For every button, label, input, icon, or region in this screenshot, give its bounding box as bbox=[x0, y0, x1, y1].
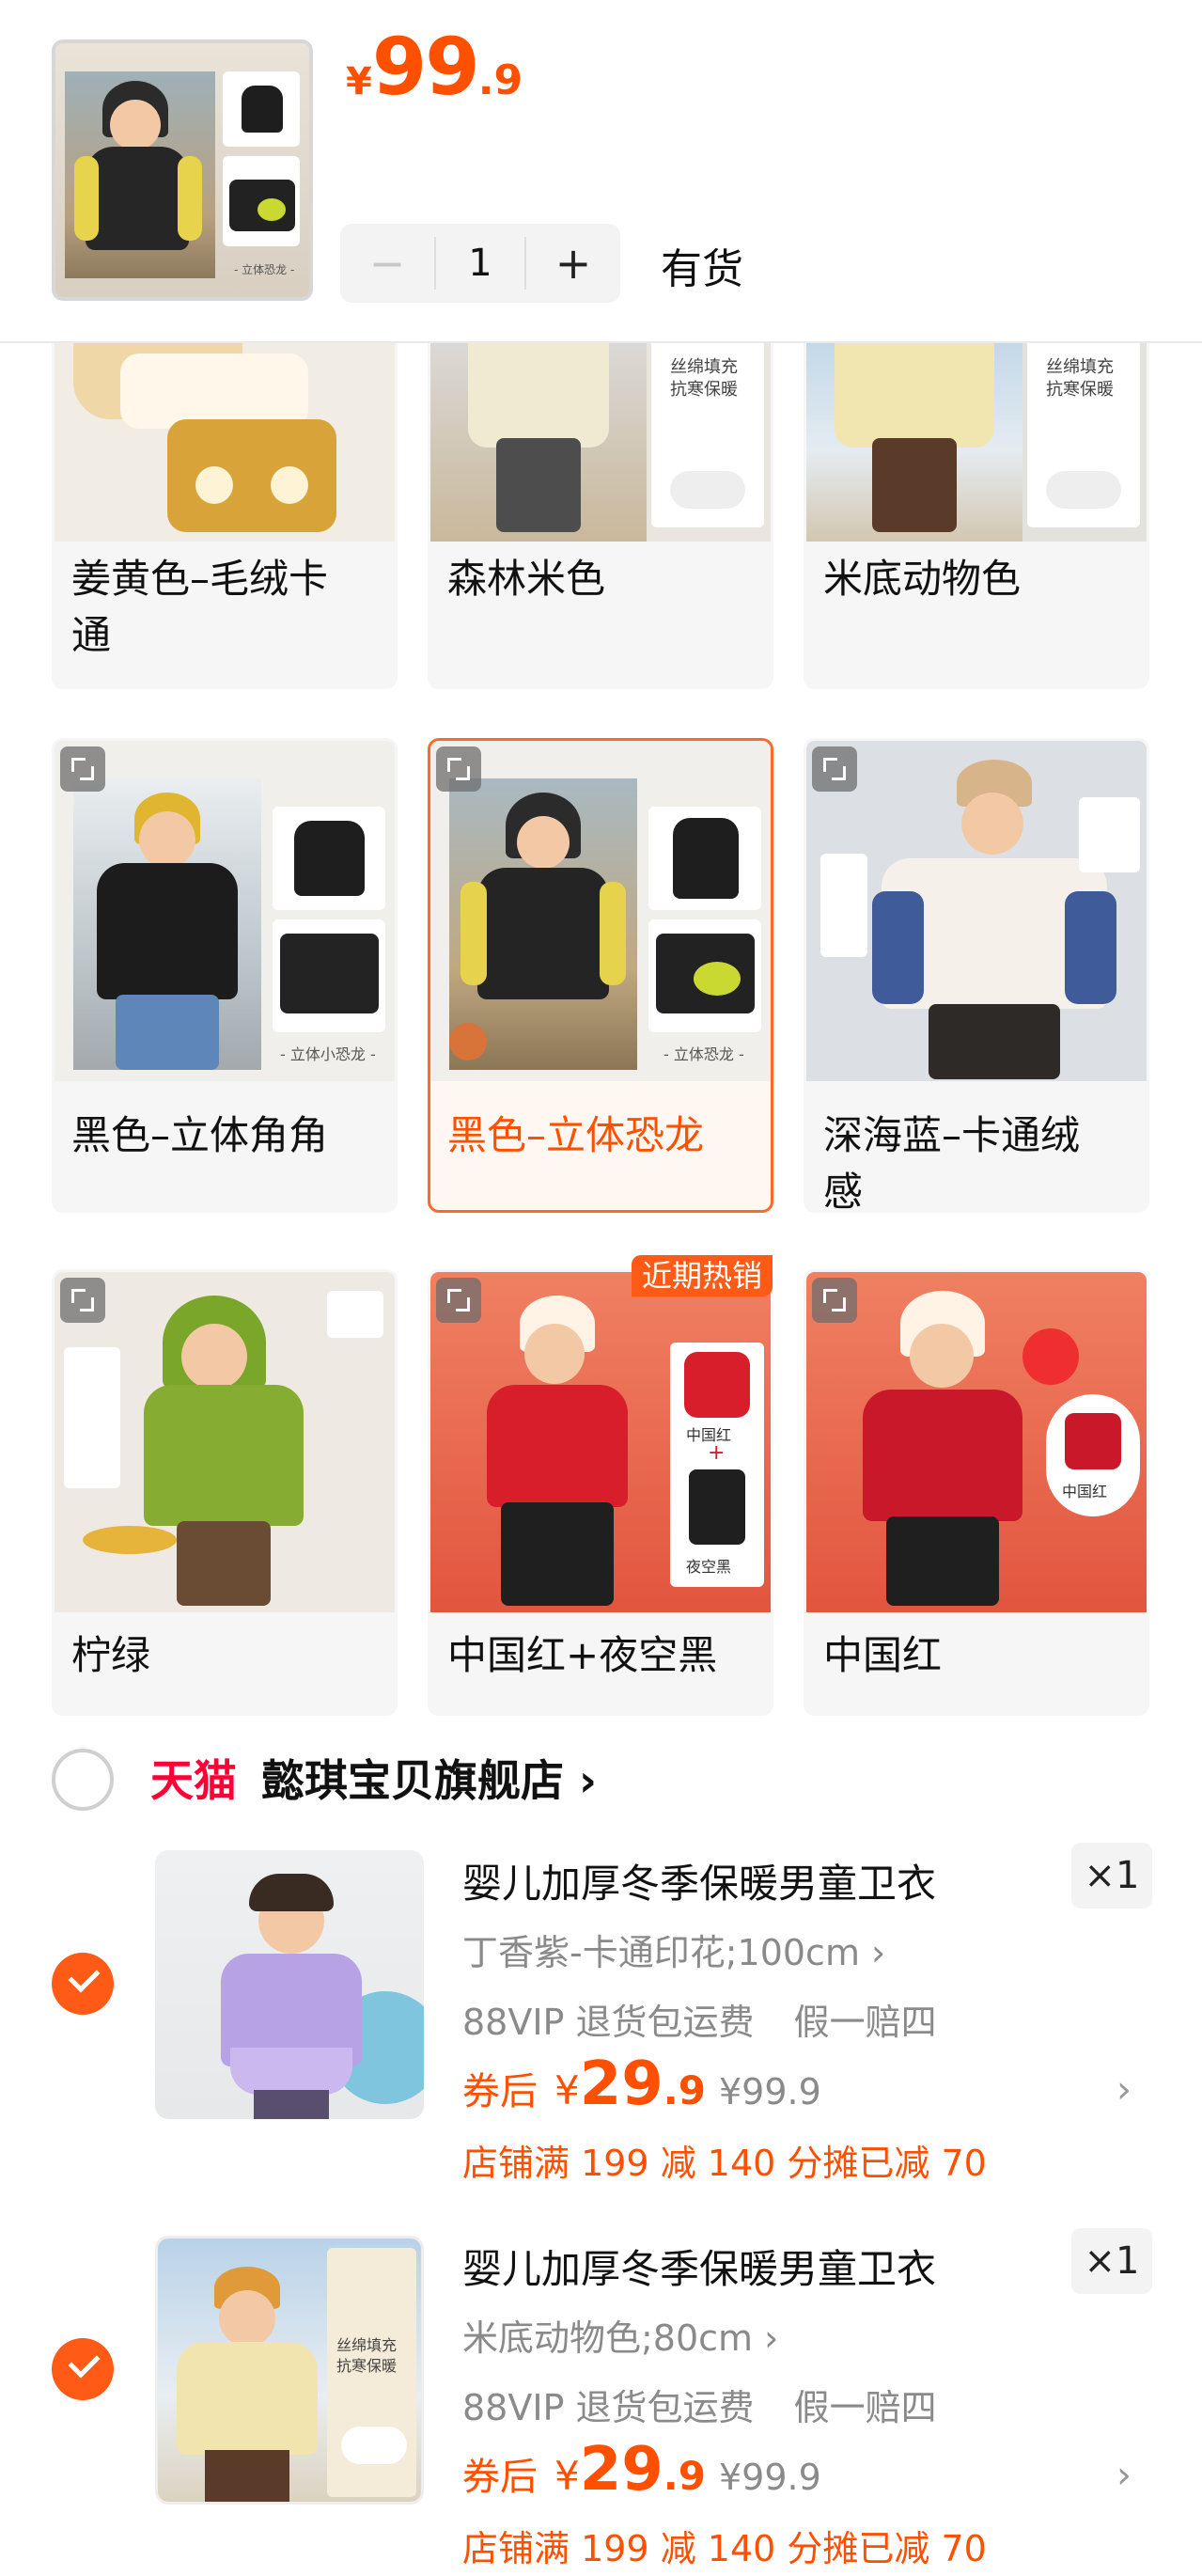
quantity-stepper: − 1 + bbox=[340, 224, 620, 303]
variant-label-line2: 通 bbox=[71, 612, 112, 658]
cart-item-quantity[interactable]: ×1 bbox=[1071, 2228, 1152, 2294]
variant-label: 中国红+夜空黑 bbox=[447, 1632, 718, 1678]
store-promotion-text: 店铺满 199 减 140 分摊已减 70 bbox=[462, 2528, 987, 2569]
tmall-logo: 天猫 bbox=[150, 1755, 237, 1806]
selected-variant-thumbnail[interactable]: - 立体恐龙 - bbox=[52, 39, 313, 301]
store-promotion-text: 店铺满 199 减 140 分摊已减 70 bbox=[462, 2143, 987, 2184]
decrease-quantity-button[interactable]: − bbox=[340, 224, 434, 303]
expand-icon[interactable] bbox=[812, 1278, 857, 1323]
variant-image: - 立体小恐龙 - bbox=[55, 741, 395, 1081]
insert-caption: 丝绵填充 bbox=[670, 357, 738, 377]
expand-icon[interactable] bbox=[812, 746, 857, 792]
price-integer: 99 bbox=[371, 21, 480, 113]
price-detail-chevron-icon[interactable]: › bbox=[1116, 2068, 1132, 2112]
stock-status: 有货 bbox=[661, 245, 743, 293]
sku-price: ¥99.9 bbox=[346, 21, 523, 113]
price-integer: 29 bbox=[579, 2435, 663, 2505]
insert-caption: - 立体小恐龙 - bbox=[280, 1045, 376, 1063]
insert-caption: 夜空黑 bbox=[686, 1558, 732, 1576]
variant-label: 黑色–立体角角 bbox=[71, 1112, 329, 1158]
cart-item-spec-selector[interactable]: 丁香紫-卡通印花;100cm › bbox=[462, 1924, 885, 1975]
variant-card[interactable]: 姜黄色–毛绒卡 通 bbox=[52, 343, 398, 689]
cart-item-price: 券后 ¥29.9 ¥99.9 bbox=[462, 2050, 821, 2119]
original-price: ¥99.9 bbox=[718, 2071, 821, 2113]
cart-item-tags: 88VIP 退货包运费 假一赔四 bbox=[462, 1993, 937, 2045]
insert-caption: 中国红 bbox=[1062, 1483, 1108, 1500]
currency-symbol: ¥ bbox=[554, 2067, 580, 2113]
variant-image bbox=[55, 1272, 395, 1612]
insert-caption: 抗寒保暖 bbox=[336, 2357, 398, 2375]
variant-image: 中国红 bbox=[806, 1272, 1147, 1612]
insert-caption: - 立体恐龙 - bbox=[663, 1045, 744, 1063]
variant-image: - 立体恐龙 - bbox=[430, 741, 771, 1081]
store-select-radio[interactable] bbox=[52, 1749, 114, 1811]
authentic-guarantee-tag: 假一赔四 bbox=[793, 2387, 937, 2428]
expand-icon[interactable] bbox=[436, 1278, 481, 1323]
variant-image bbox=[55, 343, 395, 542]
variant-grid: 姜黄色–毛绒卡 通 丝绵填充 抗寒保暖 森林米色 丝绵填充 抗寒保暖 米底动物色 bbox=[0, 343, 1202, 1739]
vip-return-tag: 88VIP 退货包运费 bbox=[462, 2002, 755, 2043]
item-checkbox-checked[interactable] bbox=[52, 2338, 114, 2400]
variant-card[interactable]: 中国红 + 夜空黑 中国红+夜空黑 bbox=[428, 1269, 773, 1716]
expand-icon[interactable] bbox=[436, 746, 481, 792]
variant-card[interactable]: 中国红 中国红 bbox=[804, 1269, 1149, 1716]
authentic-guarantee-tag: 假一赔四 bbox=[793, 2002, 937, 2043]
variant-card[interactable]: - 立体小恐龙 - 黑色–立体角角 bbox=[52, 738, 398, 1213]
price-decimal: .9 bbox=[663, 2453, 706, 2499]
cart-item-thumbnail[interactable]: 丝绵填充 抗寒保暖 bbox=[155, 2236, 424, 2505]
vip-return-tag: 88VIP 退货包运费 bbox=[462, 2387, 755, 2428]
cart-item-title[interactable]: 婴儿加厚冬季保暖男童卫衣 bbox=[462, 1852, 936, 1909]
quantity-value[interactable]: 1 bbox=[434, 237, 526, 290]
variant-label: 中国红 bbox=[823, 1632, 943, 1678]
cart-item-title[interactable]: 婴儿加厚冬季保暖男童卫衣 bbox=[462, 2238, 936, 2295]
cart-item-quantity[interactable]: ×1 bbox=[1071, 1843, 1152, 1908]
hot-sale-badge: 近期热销 bbox=[632, 1255, 773, 1296]
insert-caption: 丝绵填充 bbox=[1046, 357, 1114, 377]
insert-caption: 丝绵填充 bbox=[336, 2336, 398, 2354]
variant-label: 柠绿 bbox=[71, 1632, 151, 1678]
sku-header: - 立体恐龙 - ¥99.9 − 1 + 有货 bbox=[0, 0, 1202, 343]
variant-card-selected[interactable]: - 立体恐龙 - 黑色–立体恐龙 bbox=[428, 738, 773, 1213]
variant-card[interactable]: 深海蓝–卡通绒 感 bbox=[804, 738, 1149, 1213]
after-coupon-label: 券后 bbox=[462, 2070, 538, 2113]
insert-caption: 抗寒保暖 bbox=[1046, 380, 1114, 400]
expand-icon[interactable] bbox=[60, 1278, 105, 1323]
variant-image: 丝绵填充 抗寒保暖 bbox=[430, 343, 771, 542]
item-checkbox-checked[interactable] bbox=[52, 1953, 114, 2015]
variant-label: 森林米色 bbox=[447, 556, 606, 602]
insert-caption: 抗寒保暖 bbox=[670, 380, 738, 400]
expand-icon[interactable] bbox=[60, 746, 105, 792]
price-detail-chevron-icon[interactable]: › bbox=[1116, 2454, 1132, 2497]
currency-symbol: ¥ bbox=[554, 2453, 580, 2499]
variant-label-line2: 感 bbox=[823, 1169, 864, 1213]
variant-card[interactable]: 丝绵填充 抗寒保暖 米底动物色 bbox=[804, 343, 1149, 689]
original-price: ¥99.9 bbox=[718, 2457, 821, 2498]
currency-symbol: ¥ bbox=[346, 60, 372, 103]
product-photo: - 立体恐龙 - bbox=[55, 43, 309, 297]
insert-plus: + bbox=[708, 1441, 726, 1465]
cart-item-tags: 88VIP 退货包运费 假一赔四 bbox=[462, 2379, 937, 2430]
variant-image bbox=[806, 741, 1147, 1081]
cart-item-spec-selector[interactable]: 米底动物色;80cm › bbox=[462, 2309, 778, 2361]
cart-item-price: 券后 ¥29.9 ¥99.9 bbox=[462, 2435, 821, 2505]
after-coupon-label: 券后 bbox=[462, 2456, 538, 2499]
price-decimal: .9 bbox=[477, 56, 523, 104]
store-name-link[interactable]: 懿琪宝贝旗舰店 › bbox=[261, 1747, 597, 1809]
cart-item-thumbnail[interactable] bbox=[155, 1850, 424, 2119]
price-integer: 29 bbox=[579, 2050, 663, 2119]
variant-image: 中国红 + 夜空黑 bbox=[430, 1272, 771, 1612]
variant-label: 姜黄色–毛绒卡 bbox=[71, 556, 329, 602]
variant-image: 丝绵填充 抗寒保暖 bbox=[806, 343, 1147, 542]
variant-card[interactable]: 柠绿 bbox=[52, 1269, 398, 1716]
variant-card[interactable]: 丝绵填充 抗寒保暖 森林米色 bbox=[428, 343, 773, 689]
increase-quantity-button[interactable]: + bbox=[526, 224, 620, 303]
variant-label: 米底动物色 bbox=[823, 556, 1022, 602]
variant-label: 深海蓝–卡通绒 bbox=[823, 1112, 1081, 1158]
variant-label: 黑色–立体恐龙 bbox=[447, 1112, 705, 1158]
price-decimal: .9 bbox=[663, 2067, 706, 2113]
thumbnail-caption: - 立体恐龙 - bbox=[234, 263, 295, 276]
